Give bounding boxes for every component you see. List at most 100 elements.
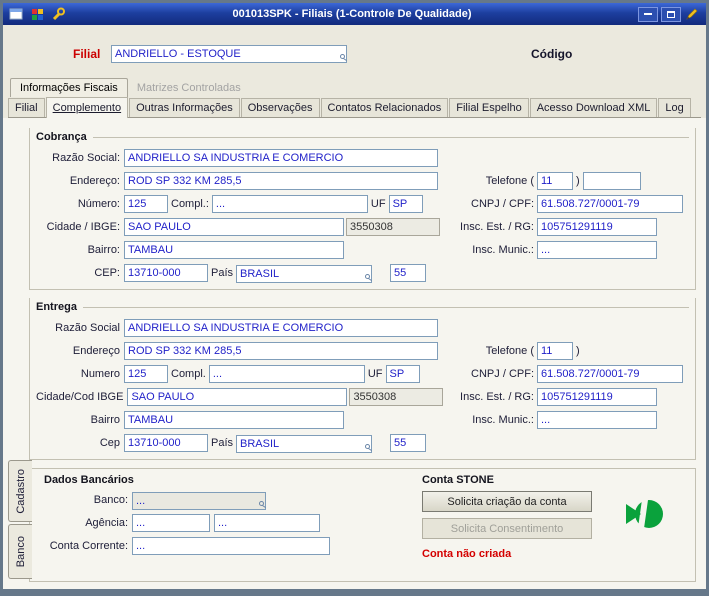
cobranca-telefone-input[interactable] [582, 172, 641, 190]
tab-filial-espelho[interactable]: Filial Espelho [449, 98, 529, 117]
entrega-ibge-field [349, 388, 444, 406]
maximize-button[interactable] [661, 6, 681, 22]
entrega-razao-social-input[interactable] [124, 319, 438, 337]
entrega-uf-input[interactable] [385, 365, 420, 383]
main-tab-strip: Filial Complemento Outras Informações Ob… [8, 97, 701, 118]
cidade-label: Cidade / IBGE: [46, 221, 120, 233]
entrega-ddd-input[interactable] [537, 342, 573, 360]
cobranca-numero-row: Número: Compl.: UF [36, 195, 448, 213]
tab-acesso-download-xml[interactable]: Acesso Download XML [529, 98, 658, 117]
insc-est-label: Insc. Est. / RG: [460, 221, 534, 233]
cobranca-insc-est-input[interactable] [537, 218, 657, 236]
insc-mun-label: Insc. Munic.: [472, 414, 534, 426]
agencia-row: Agência: [40, 514, 370, 532]
banco-label: Banco: [93, 494, 128, 506]
entrega-cnpj-input[interactable] [537, 365, 683, 383]
entrega-title: Entrega [36, 301, 77, 313]
cobranca-razao-social-input[interactable] [124, 149, 438, 167]
lookup-magnifier-icon[interactable] [340, 54, 345, 59]
cidade-label: Cidade/Cod IBGE [36, 391, 124, 403]
tab-complemento[interactable]: Complemento [45, 97, 129, 118]
solicita-criacao-button[interactable]: Solicita criação da conta [422, 491, 592, 512]
cobranca-cidade-input[interactable] [124, 218, 344, 236]
tab-contatos-relacionados[interactable]: Contatos Relacionados [320, 98, 449, 117]
cobranca-ddi-input[interactable] [390, 264, 427, 282]
edit-pencil-icon[interactable] [684, 7, 700, 22]
app-grid-icon[interactable] [29, 7, 45, 22]
entrega-ddi-input[interactable] [390, 434, 427, 452]
solicita-consentimento-button[interactable]: Solicita Consentimento [422, 518, 592, 539]
cobranca-bairro-input[interactable] [124, 241, 344, 259]
tab-log[interactable]: Log [658, 98, 691, 117]
window-icon[interactable] [8, 7, 24, 22]
entrega-telefone-row: Telefone ( ) [435, 342, 687, 360]
entrega-cnpj-row: CNPJ / CPF: [435, 365, 687, 383]
entrega-bairro-row: Bairro [36, 411, 448, 429]
agencia-input[interactable] [132, 514, 210, 532]
cobranca-uf-input[interactable] [388, 195, 423, 213]
pais-label: País [211, 437, 234, 449]
side-tab-banco[interactable]: Banco [8, 524, 32, 579]
agencia-conta-input[interactable] [214, 514, 320, 532]
cobranca-telefone-row: Telefone ( ) [435, 172, 687, 190]
telefone-label: Telefone ( [485, 345, 534, 357]
entrega-endereco-row: Endereço [36, 342, 448, 360]
numero-label: Número: [77, 198, 120, 210]
filial-label: Filial [73, 47, 101, 61]
cobranca-cnpj-row: CNPJ / CPF: [435, 195, 687, 213]
entrega-group: Entrega Razão Social Endereço Numero [29, 298, 696, 460]
maximize-icon [667, 10, 675, 18]
entrega-cep-row: Cep País [36, 434, 448, 453]
group-divider [92, 136, 689, 138]
tab-outras-informacoes[interactable]: Outras Informações [129, 98, 240, 117]
cobranca-cep-input[interactable] [124, 264, 208, 282]
cobranca-insc-mun-input[interactable] [537, 241, 657, 259]
titlebar[interactable]: 001013SPK - Filiais (1-Controle De Quali… [3, 3, 706, 25]
cobranca-numero-input[interactable] [124, 195, 168, 213]
minimize-button[interactable] [638, 6, 658, 22]
telefone-label: Telefone ( [485, 175, 534, 187]
lookup-magnifier-icon[interactable] [365, 274, 371, 279]
cobranca-pais-input[interactable] [236, 265, 373, 283]
cep-label: Cep [99, 437, 120, 449]
titlebar-icons [3, 7, 66, 22]
conta-stone-title: Conta STONE [422, 474, 494, 486]
entrega-insc-est-input[interactable] [537, 388, 657, 406]
razao-social-label: Razão Social: [52, 152, 120, 164]
filial-field [111, 44, 347, 63]
compl-label: Compl.: [171, 198, 209, 210]
filial-input[interactable] [111, 45, 347, 63]
tab-content: Cobrança Razão Social: Endereço: Número: [3, 118, 706, 589]
bairro-label: Bairro: [87, 244, 120, 256]
side-tab-cadastro[interactable]: Cadastro [8, 460, 32, 522]
cobranca-ddd-input[interactable] [537, 172, 573, 190]
lookup-magnifier-icon[interactable] [259, 501, 264, 506]
banco-input[interactable] [132, 492, 266, 510]
cobranca-insc-mun-row: Insc. Munic.: [435, 241, 687, 259]
tab-filial[interactable]: Filial [8, 98, 45, 117]
pais-label: País [211, 267, 234, 279]
banco-panel: Dados Bancários Banco: Agência: Conta Co… [29, 468, 696, 582]
entrega-numero-input[interactable] [124, 365, 168, 383]
entrega-insc-mun-input[interactable] [537, 411, 657, 429]
entrega-cidade-input[interactable] [127, 388, 348, 406]
entrega-cep-input[interactable] [124, 434, 208, 452]
tab-matrizes-controladas[interactable]: Matrizes Controladas [128, 79, 250, 97]
wrench-icon[interactable] [50, 7, 66, 22]
entrega-pais-input[interactable] [236, 435, 373, 453]
folder-tabs: Informações Fiscais Matrizes Controladas [10, 77, 250, 97]
tab-informacoes-fiscais[interactable]: Informações Fiscais [10, 78, 128, 97]
cobranca-cep-row: CEP: País [36, 264, 448, 283]
entrega-bairro-input[interactable] [124, 411, 344, 429]
uf-label: UF [370, 198, 386, 210]
conta-corrente-input[interactable] [132, 537, 330, 555]
endereco-label: Endereço: [69, 175, 120, 187]
entrega-compl-input[interactable] [208, 365, 365, 383]
cobranca-cnpj-input[interactable] [537, 195, 683, 213]
cobranca-endereco-input[interactable] [124, 172, 438, 190]
entrega-endereco-input[interactable] [124, 342, 438, 360]
entrega-razao-row: Razão Social [36, 319, 448, 337]
tab-observacoes[interactable]: Observações [240, 98, 320, 117]
lookup-magnifier-icon[interactable] [365, 444, 371, 449]
cobranca-compl-input[interactable] [211, 195, 368, 213]
